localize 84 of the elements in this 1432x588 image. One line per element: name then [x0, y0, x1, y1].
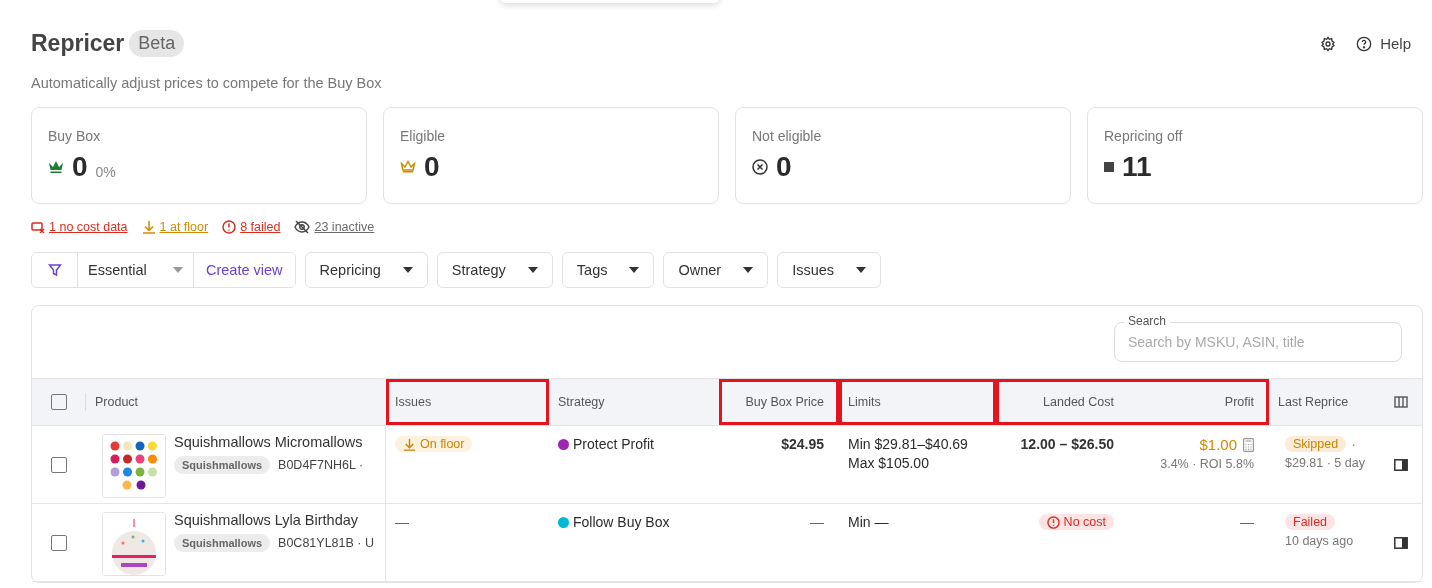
- filter-dropdown[interactable]: Repricing: [304, 252, 428, 288]
- alert-icon: [1046, 515, 1060, 529]
- stat-value: 11: [1122, 151, 1152, 183]
- limit-text: Max $105.00: [848, 455, 930, 471]
- reprice-detail: $29.81 · 5 day: [1285, 456, 1366, 470]
- stat-value: 0: [776, 151, 792, 183]
- limit-text: Min $29.81–$40.69: [848, 436, 969, 452]
- stat-label: Eligible: [400, 128, 446, 144]
- stat-percent: 0%: [95, 164, 116, 180]
- limit-text: Min —: [848, 514, 890, 530]
- crown-icon: [48, 160, 64, 174]
- profit-value: $1.00: [1199, 436, 1237, 453]
- column-header: Landed Cost: [996, 379, 1129, 425]
- on-floor-badge: On floor: [395, 436, 473, 452]
- empty-value: —: [1240, 514, 1254, 530]
- columns-icon[interactable]: [1393, 396, 1408, 408]
- stat-label: Repricing off: [1104, 128, 1183, 144]
- stat-label: Not eligible: [752, 128, 822, 144]
- settings-icon: [1320, 35, 1337, 52]
- card-crossed-icon: [31, 221, 45, 233]
- eye-off-icon: [294, 220, 311, 234]
- alert-icon: [222, 220, 237, 234]
- status-badge: Skipped: [1285, 436, 1347, 452]
- filter-icon: [47, 263, 62, 277]
- calculator-icon[interactable]: [1243, 437, 1254, 452]
- reprice-detail: 10 days ago: [1285, 534, 1355, 548]
- filter-dropdown[interactable]: Issues: [777, 252, 882, 288]
- filter-dropdown[interactable]: Owner: [663, 252, 769, 288]
- landed-cost: 12.00 – $26.50: [1020, 436, 1114, 452]
- buy-box-price: $24.95: [781, 436, 824, 452]
- stat-label: Buy Box: [48, 128, 101, 144]
- stop-icon: [1104, 162, 1114, 172]
- page-subtitle: Automatically adjust prices to compete for the Buy Box: [31, 75, 383, 91]
- stat-value: 0: [424, 151, 440, 183]
- strategy-label: Protect Profit: [558, 436, 704, 452]
- caret-icon: [629, 267, 640, 273]
- checkbox[interactable]: [50, 394, 67, 410]
- caret-icon: [527, 267, 538, 273]
- search-field[interactable]: Search Search by MSKU, ASIN, title: [1114, 313, 1402, 362]
- column-header: Product: [94, 394, 140, 411]
- download-arrow-icon: [403, 437, 416, 451]
- caret-icon: [173, 267, 183, 273]
- checkbox[interactable]: [51, 456, 67, 473]
- caret-icon: [402, 267, 413, 273]
- column-header: Issues: [386, 379, 549, 425]
- checkbox[interactable]: [51, 534, 67, 551]
- product-title[interactable]: Squishmallows Micromallows: [174, 434, 364, 450]
- profit-detail: 3.4% · ROI 5.8%: [1160, 457, 1254, 471]
- status-suffix: ·: [1351, 436, 1356, 452]
- cancel-icon: [752, 159, 768, 175]
- filter-button[interactable]: [32, 253, 78, 287]
- column-header: Strategy: [557, 394, 606, 411]
- no-cost-badge: No cost: [1038, 514, 1114, 530]
- download-arrow-icon: [141, 220, 156, 234]
- column-header: Limits: [839, 379, 996, 425]
- strategy-label: Follow Buy Box: [558, 514, 704, 530]
- issue-link[interactable]: 23 inactive: [294, 220, 375, 234]
- caret-icon: [743, 267, 754, 273]
- status-badge: Failed: [1285, 514, 1336, 530]
- column-header: Buy Box Price: [719, 379, 839, 425]
- product-title[interactable]: Squishmallows Lyla Birthday: [174, 512, 374, 528]
- page-title: Repricer: [31, 30, 125, 57]
- panel-icon[interactable]: [1393, 458, 1408, 471]
- brand-tag: Squishmallows: [174, 534, 271, 552]
- issue-link[interactable]: 8 failed: [222, 220, 281, 234]
- beta-badge: Beta: [129, 30, 185, 57]
- help-button[interactable]: Help: [1356, 35, 1411, 52]
- issue-link[interactable]: 1 no cost data: [31, 220, 128, 234]
- column-header: Last Reprice: [1277, 394, 1350, 411]
- column-header: Profit: [1129, 379, 1269, 425]
- empty-value: —: [395, 514, 410, 530]
- help-icon: [1356, 35, 1373, 52]
- settings-button[interactable]: [1320, 35, 1337, 52]
- caret-icon: [856, 267, 867, 273]
- asin-text: B0C81YL81B · U: [278, 536, 374, 550]
- filter-dropdown[interactable]: Strategy: [436, 252, 553, 288]
- panel-icon[interactable]: [1393, 536, 1408, 549]
- filter-dropdown[interactable]: Tags: [561, 252, 655, 288]
- crown-icon: [400, 160, 416, 174]
- buy-box-price: —: [810, 514, 824, 530]
- stat-value: 0: [72, 151, 88, 183]
- search-input[interactable]: Search by MSKU, ASIN, title: [1114, 334, 1402, 350]
- brand-tag: Squishmallows: [174, 456, 271, 474]
- asin-text: B0D4F7NH6L ·: [278, 458, 364, 472]
